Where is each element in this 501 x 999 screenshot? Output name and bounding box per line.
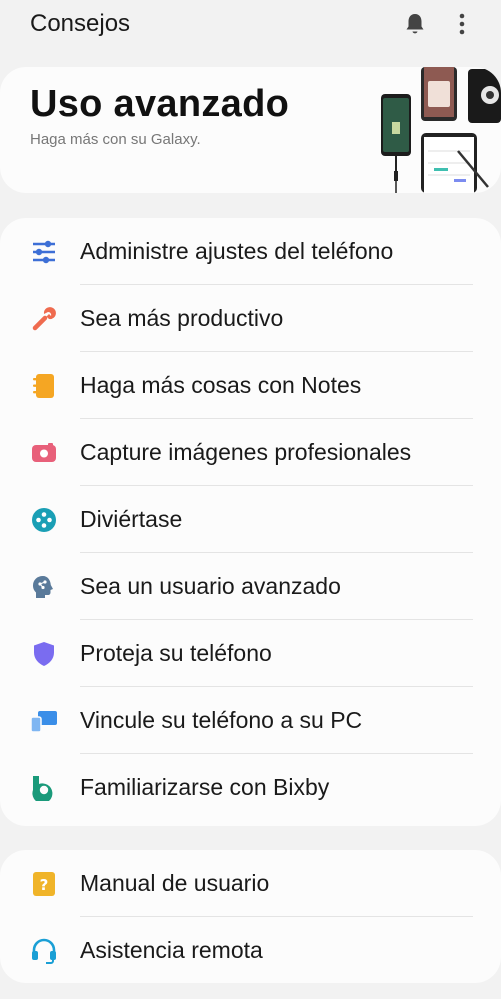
- bell-icon[interactable]: [401, 10, 429, 38]
- menu-item-label: Manual de usuario: [80, 870, 270, 896]
- camera-icon: [30, 439, 58, 467]
- wrench-icon: [30, 305, 58, 333]
- svg-text:?: ?: [40, 876, 49, 894]
- phone-pc-link-icon: [30, 707, 58, 735]
- headset-icon: [30, 937, 58, 965]
- notebook-icon: [30, 372, 58, 400]
- menu-item-notes[interactable]: Haga más cosas con Notes: [0, 352, 501, 419]
- more-vertical-icon[interactable]: [448, 10, 476, 38]
- sliders-icon: [30, 238, 58, 266]
- menu-item-remote-support[interactable]: Asistencia remota: [0, 917, 501, 984]
- menu-item-label: Vincule su teléfono a su PC: [80, 707, 363, 733]
- menu-item-advanced-user[interactable]: Sea un usuario avanzado: [0, 553, 501, 620]
- app-title: Consejos: [30, 10, 131, 37]
- menu-item-bixby[interactable]: Familiarizarse con Bixby: [0, 754, 501, 821]
- app-bar: Consejos: [0, 0, 501, 52]
- menu-item-label: Sea más productivo: [80, 305, 284, 331]
- menu-item-fun[interactable]: Diviértase: [0, 486, 501, 553]
- menu-item-label: Diviértase: [80, 506, 183, 532]
- devices-illustration: [381, 67, 501, 193]
- hero-banner[interactable]: Uso avanzado Haga más con su Galaxy.: [0, 67, 501, 193]
- menu-item-pro-images[interactable]: Capture imágenes profesionales: [0, 419, 501, 486]
- bixby-icon: [30, 774, 58, 802]
- menu-item-user-manual[interactable]: ? Manual de usuario: [0, 850, 501, 917]
- menu-item-label: Proteja su teléfono: [80, 640, 272, 666]
- menu-item-phone-settings[interactable]: Administre ajustes del teléfono: [0, 218, 501, 285]
- brain-head-icon: [30, 573, 58, 601]
- menu-item-protect-phone[interactable]: Proteja su teléfono: [0, 620, 501, 687]
- menu-item-label: Asistencia remota: [80, 937, 263, 963]
- menu-item-label: Sea un usuario avanzado: [80, 573, 341, 599]
- menu-item-label: Haga más cosas con Notes: [80, 372, 362, 398]
- menu-item-label: Administre ajustes del teléfono: [80, 238, 394, 264]
- menu-item-link-pc[interactable]: Vincule su teléfono a su PC: [0, 687, 501, 754]
- hero-subtitle: Haga más con su Galaxy.: [30, 131, 201, 148]
- gamepad-icon: [30, 506, 58, 534]
- menu-item-label: Familiarizarse con Bixby: [80, 774, 330, 800]
- menu-item-productive[interactable]: Sea más productivo: [0, 285, 501, 352]
- menu-item-label: Capture imágenes profesionales: [80, 439, 412, 465]
- tips-menu-card: Administre ajustes del teléfono Sea más …: [0, 218, 501, 826]
- help-book-icon: ?: [30, 870, 58, 898]
- hero-title: Uso avanzado: [30, 83, 290, 125]
- shield-icon: [30, 640, 58, 668]
- support-menu-card: ? Manual de usuario Asistencia remota: [0, 850, 501, 983]
